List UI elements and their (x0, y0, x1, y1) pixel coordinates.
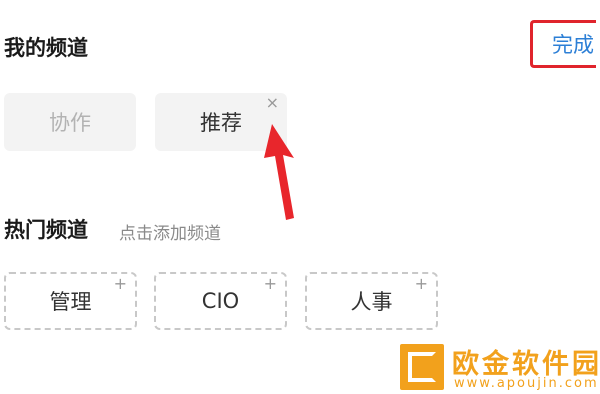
hot-channel-chip-renshi[interactable]: 人事 + (305, 272, 438, 330)
hot-channels-title: 热门频道 (4, 218, 88, 242)
add-channel-icon: + (263, 274, 277, 293)
channel-chip-label: 推荐 (200, 111, 242, 135)
channel-chip-label: CIO (201, 289, 240, 313)
my-channels-title: 我的频道 (4, 36, 88, 60)
watermark-url: www.apoujin.com (454, 376, 599, 391)
remove-channel-icon[interactable]: × (266, 95, 279, 111)
add-channel-icon: + (414, 274, 428, 293)
done-button-label: 完成 (552, 33, 594, 57)
add-channel-icon: + (113, 274, 127, 293)
channel-chip-label: 协作 (49, 111, 91, 135)
channel-chip-label: 管理 (49, 290, 92, 314)
channel-chip-label: 人事 (350, 290, 393, 314)
hot-channel-chip-guanli[interactable]: 管理 + (4, 272, 137, 330)
channel-chip-xiezuo: 协作 (4, 93, 136, 151)
red-arrow-annotation (264, 124, 294, 220)
add-channel-hint: 点击添加频道 (119, 224, 221, 244)
watermark: 欧金软件园 www.apoujin.com (398, 338, 600, 394)
done-button[interactable]: 完成 (530, 20, 596, 68)
hot-channel-chip-cio[interactable]: CIO + (154, 272, 287, 330)
watermark-logo-icon (400, 344, 444, 390)
